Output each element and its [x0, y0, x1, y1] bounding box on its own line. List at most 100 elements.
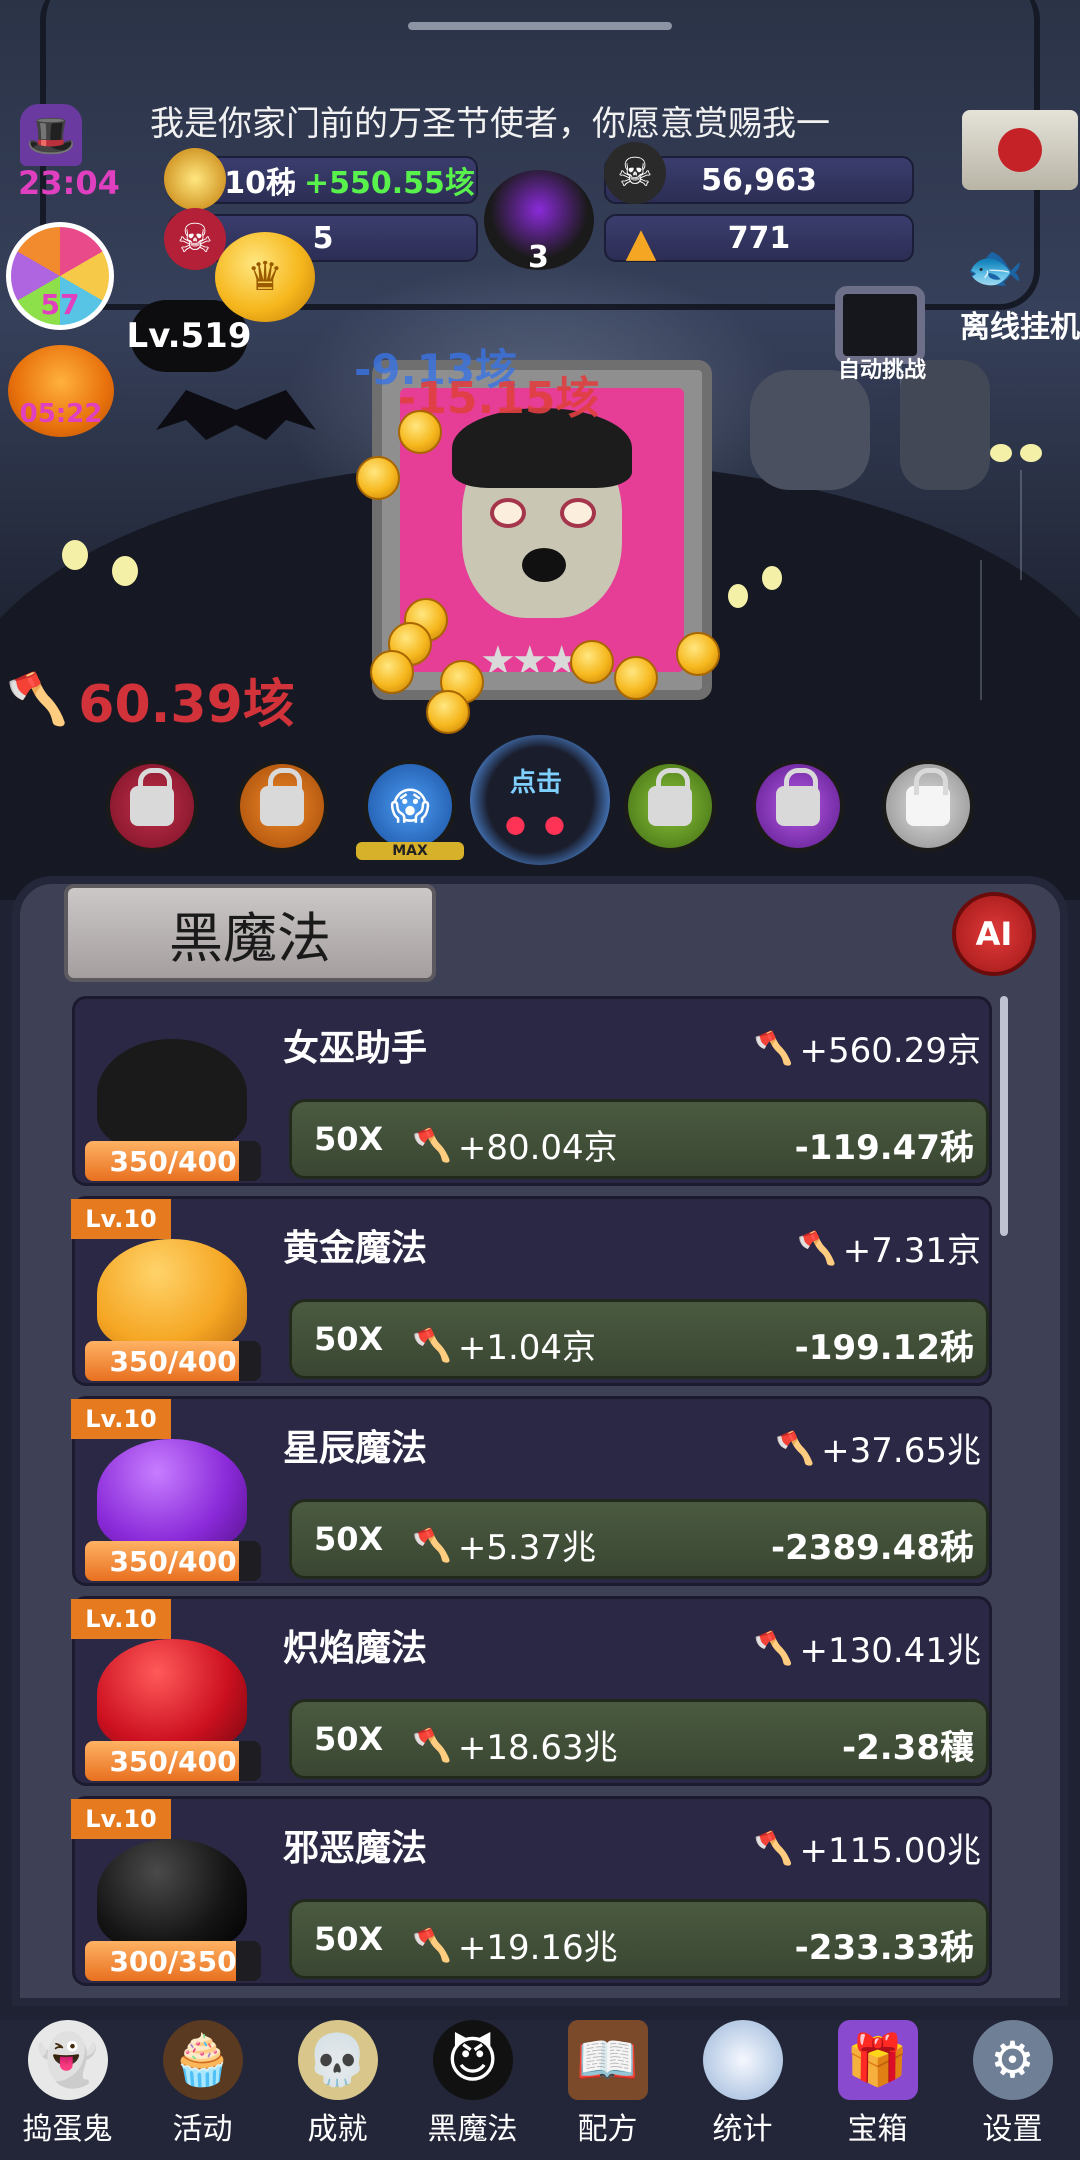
tap-damage: 🪓 60.39垓: [6, 662, 295, 737]
pull-handle[interactable]: [408, 22, 672, 30]
zombie-eye: [490, 498, 526, 528]
tap-damage-value: 60.39垓: [78, 675, 295, 735]
upgrade-cost: -233.33秭: [794, 1928, 974, 1968]
item-name: 炽焰魔法: [283, 1628, 428, 1669]
item-name: 星辰魔法: [283, 1428, 428, 1469]
coin-bag-icon: [164, 148, 226, 210]
skill-slot-locked[interactable]: [882, 760, 974, 852]
kills-value: 56,963: [701, 162, 817, 198]
cupcake-icon: 🧁: [162, 2020, 243, 2100]
cauldron-count: 3: [528, 240, 549, 275]
wax-seal-icon: [998, 128, 1042, 172]
nav-achievements[interactable]: 💀 成就: [270, 2020, 405, 2160]
nav-stats[interactable]: 统计: [675, 2020, 810, 2160]
item-level: Lv.10: [71, 1399, 171, 1439]
pumpkin-timer: 05:22: [19, 399, 103, 429]
axe-icon: 🪓: [753, 1828, 794, 1867]
nav-label: 活动: [172, 2112, 233, 2147]
nav-settings[interactable]: ⚙ 设置: [945, 2020, 1080, 2160]
item-name: 女巫助手: [283, 1028, 428, 1069]
skull-icon: 💀: [297, 2020, 378, 2100]
upgrade-cost: -199.12秭: [794, 1328, 974, 1368]
axe-icon: 🪓: [753, 1028, 794, 1067]
witch-hat-icon[interactable]: 🎩: [20, 104, 82, 166]
item-level: Lv.10: [71, 1799, 171, 1839]
item-dps: 🪓 +115.00兆: [753, 1828, 981, 1872]
item-progress: 350/400: [85, 1741, 261, 1781]
item-dps: 🪓 +130.41兆: [753, 1628, 981, 1672]
skill-slot-locked[interactable]: [106, 760, 198, 852]
upgrade-button[interactable]: 50X 🪓 +19.16兆 -233.33秭: [289, 1899, 989, 1979]
mail-button[interactable]: [962, 110, 1078, 190]
upgrade-multiplier[interactable]: 50X: [314, 1920, 383, 1958]
item-name: 邪恶魔法: [283, 1828, 428, 1869]
candy-corn-value: 771: [727, 220, 791, 256]
bottom-nav: 👻 捣蛋鬼 🧁 活动 💀 成就 😈 黑魔法 📖 配方 统计 🎁 宝箱 ⚙ 设置: [0, 2020, 1080, 2160]
candy-corn-icon: ▲: [625, 220, 657, 266]
skill-slot-locked[interactable]: [752, 760, 844, 852]
glowing-eye: [62, 540, 88, 570]
bat-icon: [156, 390, 316, 440]
upgrade-button[interactable]: 50X 🪓 +5.37兆 -2389.48秭: [289, 1499, 989, 1579]
nav-events[interactable]: 🧁 活动: [135, 2020, 270, 2160]
upgrade-multiplier[interactable]: 50X: [314, 1720, 383, 1758]
upgrade-button[interactable]: 50X 🪓 +18.63兆 -2.38穰: [289, 1699, 989, 1779]
gold-orb-icon: [97, 1239, 247, 1349]
nav-treasure[interactable]: 🎁 宝箱: [810, 2020, 945, 2160]
ai-button[interactable]: AI: [952, 892, 1036, 976]
offline-label[interactable]: 离线挂机: [960, 302, 1080, 346]
axe-icon: 🪓: [412, 1325, 452, 1364]
crown-coin-icon[interactable]: ♛: [215, 232, 315, 322]
nav-label: 捣蛋鬼: [22, 2112, 113, 2147]
item-dps: 🪓 +7.31京: [796, 1228, 981, 1272]
upgrade-button[interactable]: 50X 🪓 +1.04京 -199.12秭: [289, 1299, 989, 1379]
lock-icon: [648, 768, 692, 826]
scrollbar[interactable]: [1000, 996, 1008, 1236]
coin-icon: [614, 656, 658, 700]
upgrade-gain: 🪓 +5.37兆: [412, 1525, 597, 1569]
upgrade-cost: -2.38穰: [842, 1728, 974, 1768]
glowing-eye: [112, 556, 138, 586]
pumpkin-button[interactable]: 05:22: [8, 345, 114, 437]
nav-black-magic[interactable]: 😈 黑魔法: [405, 2020, 540, 2160]
item-level: Lv.10: [71, 1199, 171, 1239]
candy-wheel-button[interactable]: 57: [6, 222, 114, 330]
upgrade-multiplier[interactable]: 50X: [314, 1120, 383, 1158]
star-orb-icon: [97, 1439, 247, 1549]
skill-slot-ghost[interactable]: 😱: [364, 760, 456, 852]
nav-label: 成就: [307, 2112, 368, 2147]
nav-label: 设置: [982, 2112, 1043, 2147]
tap-skill-button[interactable]: [470, 735, 610, 865]
flame-orb-icon: [97, 1639, 247, 1749]
upgrade-cost: -119.47秭: [794, 1128, 974, 1168]
axe-icon: 🪓: [796, 1228, 837, 1267]
upgrade-cost: -2389.48秭: [771, 1528, 974, 1568]
upgrade-gain: 🪓 +19.16兆: [412, 1925, 618, 1969]
coin-icon: [398, 410, 442, 454]
list-item: Lv.10 300/350 邪恶魔法 🪓 +115.00兆 50X 🪓 +19.16…: [71, 1796, 992, 1986]
book-icon: 📖: [567, 2020, 648, 2100]
fishbone-icon[interactable]: 🐟: [966, 240, 1023, 295]
upgrade-multiplier[interactable]: 50X: [314, 1520, 383, 1558]
skill-slot-locked[interactable]: [236, 760, 328, 852]
nav-label: 配方: [577, 2112, 638, 2147]
rain-streak: [980, 560, 982, 700]
axe-icon: 🪓: [412, 1125, 452, 1164]
tap-label: 点击: [510, 768, 563, 798]
upgrade-multiplier[interactable]: 50X: [314, 1320, 383, 1358]
player-level: Lv.519: [127, 300, 251, 372]
nav-recipes[interactable]: 📖 配方: [540, 2020, 675, 2160]
skill-slot-locked[interactable]: [624, 760, 716, 852]
lock-icon: [260, 768, 304, 826]
upgrade-gain: 🪓 +80.04京: [412, 1125, 618, 1169]
nav-troublemaker[interactable]: 👻 捣蛋鬼: [0, 2020, 135, 2160]
skull-candy-icon: ☠: [164, 208, 226, 270]
axe-icon: 🪓: [6, 670, 69, 728]
list-item: 350/400 女巫助手 🪓 +560.29京 50X 🪓 +80.04京 -119…: [72, 996, 992, 1186]
lock-icon: [906, 768, 950, 826]
max-tag: MAX: [356, 842, 464, 860]
upgrade-gain: 🪓 +1.04京: [412, 1325, 597, 1369]
upgrade-button[interactable]: 50X 🪓 +80.04京 -119.47秭: [289, 1099, 989, 1179]
item-dps: 🪓 +560.29京: [753, 1028, 981, 1072]
nav-label: 统计: [712, 2112, 773, 2147]
